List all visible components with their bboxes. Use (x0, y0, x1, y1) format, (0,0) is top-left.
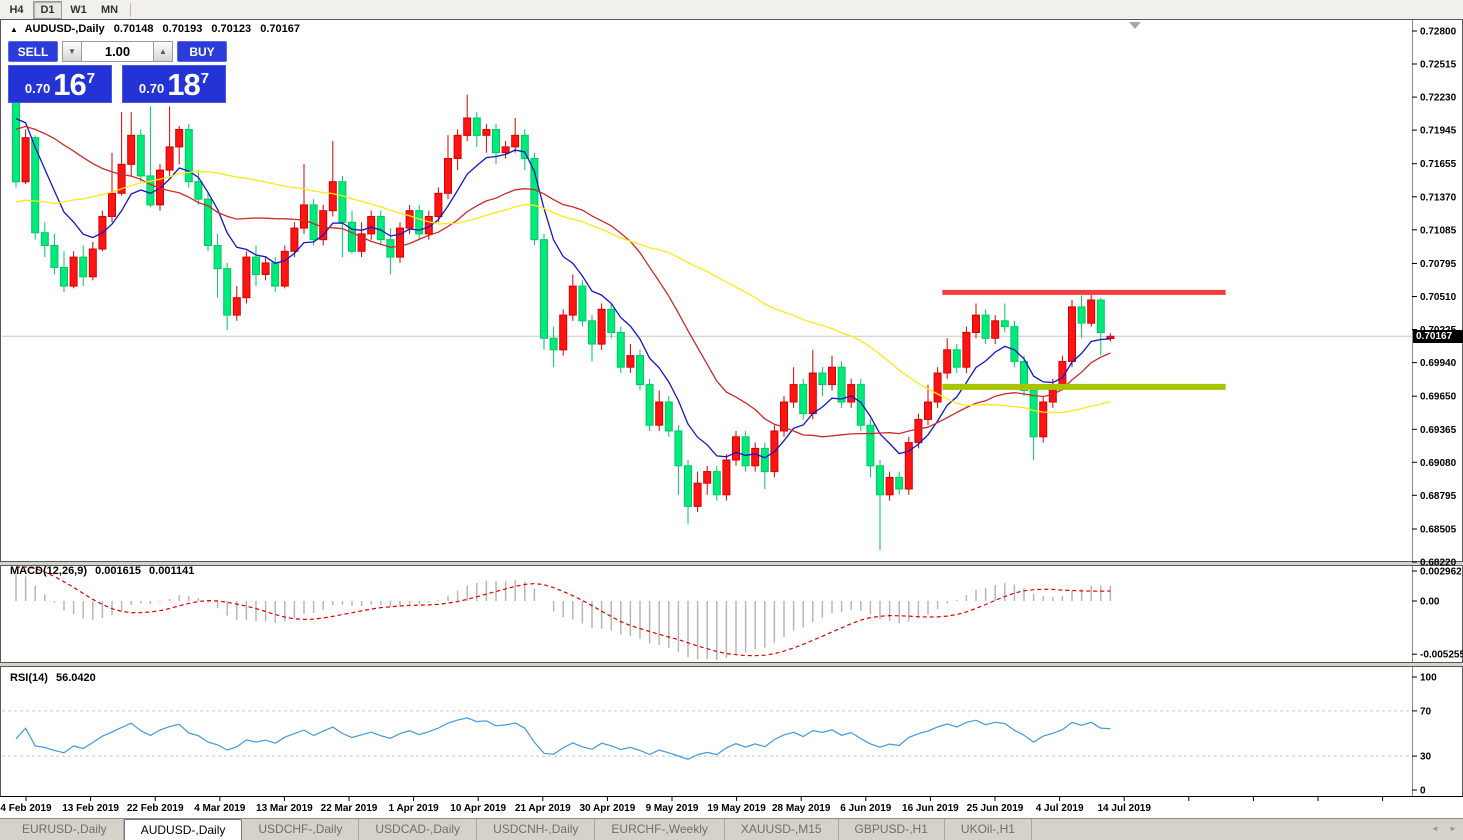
macd-plot[interactable] (2, 566, 1412, 662)
chart-canvas[interactable]: 0.72800 0.72515 0.72230 0.71945 0.71655 0.713… (0, 0, 1463, 818)
symbol-title: AUDUSD-,Daily (25, 23, 105, 35)
time-tick-label: 1 Apr 2019 (388, 803, 439, 814)
chart-tab-gbpusd-h1[interactable]: GBPUSD-,H1 (839, 819, 945, 840)
price-tick-label: 0.69365 (1420, 425, 1457, 436)
rsi-tick-label: 70 (1420, 706, 1432, 717)
volume-decrease-button[interactable]: ▼ (62, 41, 82, 62)
ohlc-high: 0.70193 (163, 23, 203, 35)
time-tick-label: 22 Mar 2019 (321, 803, 378, 814)
macd-axis: 0.002962 0.00 -0.005255 (1412, 567, 1463, 661)
chart-tabs-bar: EURUSD-,DailyAUDUSD-,DailyUSDCHF-,DailyU… (0, 818, 1463, 840)
volume-input[interactable] (82, 41, 153, 62)
rsi-name: RSI(14) (10, 672, 48, 684)
macd-tick-label: 0.00 (1420, 597, 1440, 608)
time-tick-label: 22 Feb 2019 (127, 803, 184, 814)
buy-price-superscript: 7 (201, 70, 209, 87)
time-tick-label: 25 Jun 2019 (967, 803, 1024, 814)
tabs-scroll-left-button[interactable]: ◄ (1431, 824, 1439, 833)
price-tick-label: 0.68795 (1420, 491, 1457, 502)
ohlc-close: 0.70167 (260, 23, 300, 35)
chart-symbol-header: ▲ AUDUSD-,Daily 0.70148 0.70193 0.70123 … (10, 23, 306, 35)
ohlc-low: 0.70123 (211, 23, 251, 35)
buy-button[interactable]: BUY (177, 41, 227, 62)
macd-tick-label: 0.002962 (1420, 567, 1462, 578)
chart-tab-usdchf-daily[interactable]: USDCHF-,Daily (242, 819, 359, 840)
sell-quote-box[interactable]: 0.70 16 7 (8, 65, 112, 103)
sell-price-superscript: 7 (87, 70, 95, 87)
price-tick-label: 0.72230 (1420, 93, 1457, 104)
rsi-tick-label: 30 (1420, 752, 1432, 763)
price-tick-label: 0.68505 (1420, 525, 1457, 536)
time-tick-label: 13 Mar 2019 (256, 803, 313, 814)
price-tick-label: 0.70510 (1420, 292, 1457, 303)
rsi-tick-label: 100 (1420, 673, 1437, 684)
volume-increase-button[interactable]: ▲ (153, 41, 173, 62)
chart-tab-usdcad-daily[interactable]: USDCAD-,Daily (359, 819, 477, 840)
macd-main-value: 0.001615 (95, 565, 141, 577)
macd-name: MACD(12,26,9) (10, 565, 87, 577)
time-axis: 4 Feb 2019 13 Feb 2019 22 Feb 2019 4 Mar 20… (0, 797, 1382, 814)
time-tick-label: 10 Apr 2019 (450, 803, 506, 814)
price-tick-label: 0.69940 (1420, 358, 1457, 369)
time-tick-label: 4 Mar 2019 (194, 803, 246, 814)
chart-tab-usdcnh-daily[interactable]: USDCNH-,Daily (477, 819, 595, 840)
collapse-arrow-icon[interactable]: ▲ (10, 25, 18, 34)
time-tick-label: 14 Jul 2019 (1098, 803, 1152, 814)
time-tick-label: 21 Apr 2019 (515, 803, 571, 814)
rsi-axis: 100 70 30 0 (1412, 673, 1437, 797)
time-tick-label: 30 Apr 2019 (580, 803, 636, 814)
one-click-trade-panel: SELL ▼ ▲ BUY 0.70 16 7 0.70 18 7 (8, 41, 227, 103)
price-tick-label: 0.69080 (1420, 458, 1457, 469)
ohlc-open: 0.70148 (114, 23, 154, 35)
macd-tick-label: -0.005255 (1420, 650, 1463, 661)
chart-tab-eurchf-weekly[interactable]: EURCHF-,Weekly (595, 819, 724, 840)
tabs-navigation: ◄ ► (1423, 824, 1457, 833)
sell-button[interactable]: SELL (8, 41, 58, 62)
current-price-tag: 0.70167 (1413, 330, 1463, 343)
buy-price-big: 18 (167, 69, 199, 100)
sell-price-small: 0.70 (25, 81, 50, 96)
rsi-plot[interactable] (2, 666, 1412, 796)
chart-tab-eurusd-daily[interactable]: EURUSD-,Daily (6, 819, 124, 840)
rsi-value: 56.0420 (56, 672, 96, 684)
chart-tab-xauusd-m15[interactable]: XAUUSD-,M15 (725, 819, 839, 840)
buy-price-small: 0.70 (139, 81, 164, 96)
price-tick-label: 0.71655 (1420, 159, 1457, 170)
sell-price-big: 16 (53, 69, 85, 100)
time-tick-label: 9 May 2019 (646, 803, 699, 814)
time-tick-label: 16 Jun 2019 (902, 803, 959, 814)
macd-indicator-label: MACD(12,26,9) 0.001615 0.001141 (10, 565, 199, 577)
chart-tabs: EURUSD-,DailyAUDUSD-,DailyUSDCHF-,DailyU… (6, 819, 1463, 840)
time-tick-label: 4 Feb 2019 (0, 803, 52, 814)
time-tick-label: 6 Jun 2019 (840, 803, 892, 814)
price-tick-label: 0.70795 (1420, 259, 1457, 270)
price-tick-label: 0.71945 (1420, 126, 1457, 137)
price-tick-label: 0.72515 (1420, 60, 1457, 71)
price-tick-label: 0.71370 (1420, 192, 1457, 203)
rsi-tick-label: 0 (1420, 786, 1426, 797)
time-tick-label: 13 Feb 2019 (62, 803, 119, 814)
time-tick-label: 19 May 2019 (707, 803, 766, 814)
buy-quote-box[interactable]: 0.70 18 7 (122, 65, 226, 103)
macd-signal-value: 0.001141 (149, 565, 194, 577)
chart-tab-audusd-daily[interactable]: AUDUSD-,Daily (124, 819, 243, 840)
price-tick-label: 0.71085 (1420, 225, 1457, 236)
tabs-scroll-right-button[interactable]: ► (1449, 824, 1457, 833)
time-tick-label: 4 Jul 2019 (1036, 803, 1084, 814)
price-tick-label: 0.69650 (1420, 392, 1457, 403)
price-axis: 0.72800 0.72515 0.72230 0.71945 0.71655 0.713… (1412, 27, 1457, 569)
chart-tab-ukoil-h1[interactable]: UKOil-,H1 (945, 819, 1032, 840)
rsi-indicator-label: RSI(14) 56.0420 (10, 672, 101, 684)
price-tick-label: 0.72800 (1420, 27, 1457, 38)
time-tick-label: 28 May 2019 (772, 803, 831, 814)
